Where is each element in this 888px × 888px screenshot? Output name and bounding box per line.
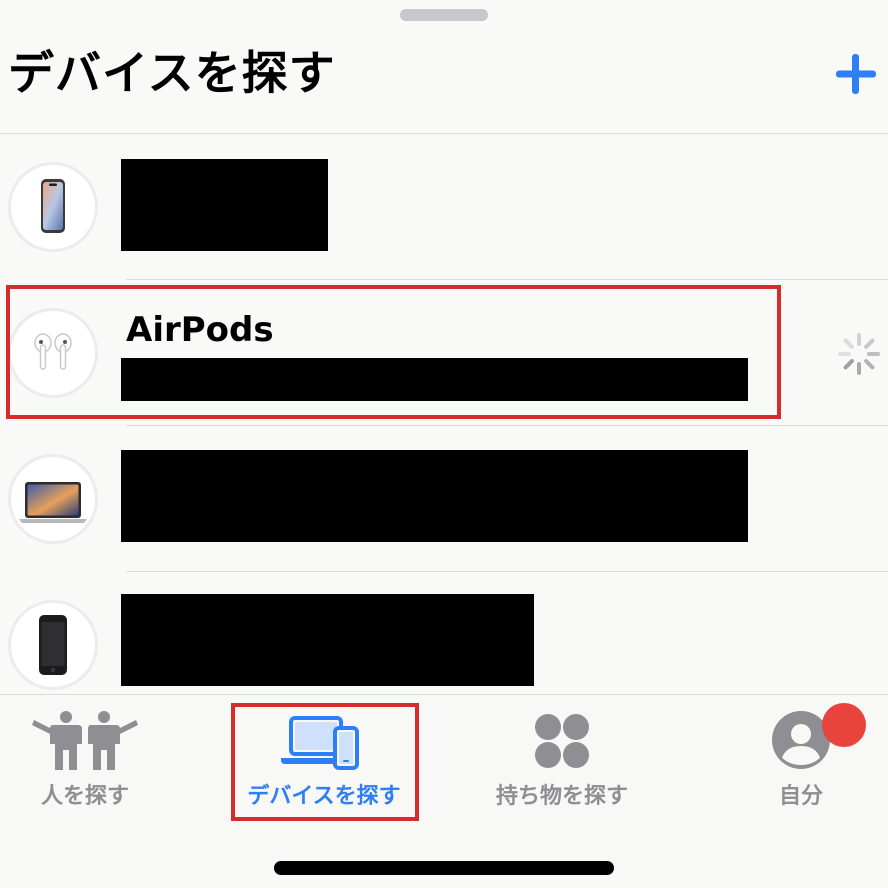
loading-spinner-icon — [836, 331, 882, 377]
sheet-grabber[interactable] — [400, 9, 488, 21]
plus-icon — [836, 54, 876, 94]
redacted-device-name — [121, 159, 328, 251]
macbook-icon — [8, 454, 98, 544]
tab-items[interactable]: 持ち物を探す — [451, 694, 673, 824]
people-icon — [20, 710, 150, 770]
highlight-frame-devices-tab — [231, 703, 419, 821]
add-device-button[interactable] — [830, 48, 882, 100]
iphone-dark-icon — [8, 600, 98, 690]
tab-label: 人を探す — [40, 784, 129, 809]
device-row-3[interactable] — [0, 426, 888, 572]
redacted-device-name — [121, 450, 748, 542]
device-row-1[interactable] — [0, 134, 888, 280]
tab-bar: 人を探す デバイスを探す 持ち物を探す 自分 — [0, 694, 888, 888]
redacted-device-name — [121, 594, 534, 686]
tab-people[interactable]: 人を探す — [0, 694, 196, 824]
notification-badge — [822, 703, 866, 747]
home-indicator[interactable] — [274, 861, 614, 875]
iphone-icon — [8, 162, 98, 252]
highlight-frame-airpods — [6, 285, 781, 419]
tab-label: 持ち物を探す — [495, 784, 628, 809]
tab-label: 自分 — [778, 784, 823, 809]
page-title: デバイスを探す — [8, 46, 336, 100]
items-icon — [497, 710, 627, 770]
